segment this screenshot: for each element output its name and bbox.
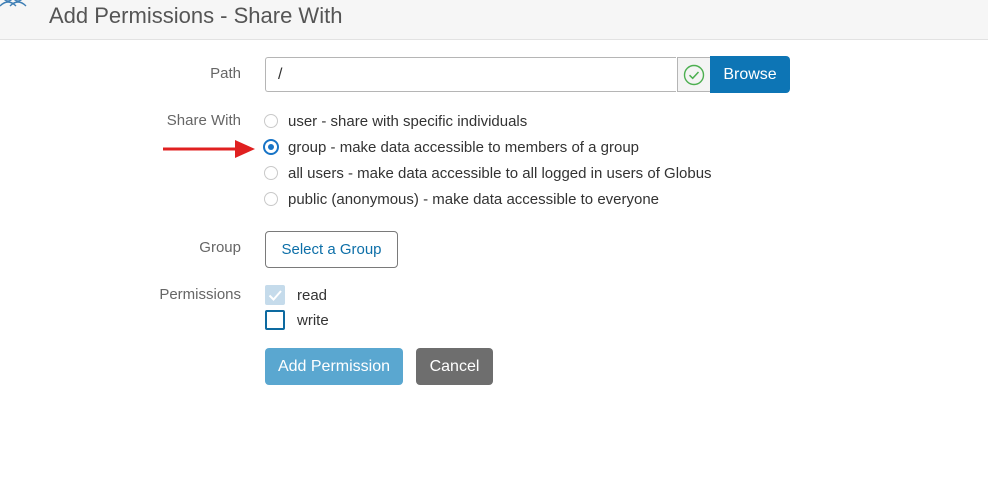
add-permission-button[interactable]: Add Permission bbox=[265, 348, 403, 385]
radio-button[interactable] bbox=[264, 192, 278, 206]
annotation-arrow-icon bbox=[163, 140, 255, 158]
browse-button[interactable]: Browse bbox=[710, 56, 790, 93]
share-option-label: all users - make data accessible to all … bbox=[288, 164, 712, 182]
share-option-user[interactable]: user - share with specific individuals bbox=[264, 111, 527, 131]
radio-button-selected[interactable] bbox=[263, 139, 279, 155]
share-option-group[interactable]: group - make data accessible to members … bbox=[263, 137, 640, 157]
path-input[interactable] bbox=[265, 57, 676, 92]
share-option-all-users[interactable]: all users - make data accessible to all … bbox=[264, 163, 712, 183]
group-label: Group bbox=[199, 239, 241, 256]
path-valid-indicator bbox=[677, 57, 711, 92]
read-checkbox bbox=[265, 285, 285, 305]
cancel-button[interactable]: Cancel bbox=[416, 348, 493, 385]
permission-write-label: write bbox=[297, 311, 329, 329]
permission-read: read bbox=[265, 285, 327, 305]
share-with-label: Share With bbox=[166, 112, 241, 129]
write-checkbox[interactable] bbox=[265, 310, 285, 330]
permission-write[interactable]: write bbox=[265, 310, 329, 330]
radio-button[interactable] bbox=[264, 114, 278, 128]
share-option-label: user - share with specific individuals bbox=[288, 112, 528, 130]
permissions-label: Permissions bbox=[159, 286, 241, 303]
checkmark-icon bbox=[268, 290, 282, 301]
share-option-label: public (anonymous) - make data accessibl… bbox=[288, 190, 660, 208]
select-group-button[interactable]: Select a Group bbox=[265, 231, 398, 268]
page-title: Add Permissions - Share With bbox=[49, 3, 343, 28]
share-option-public[interactable]: public (anonymous) - make data accessibl… bbox=[264, 189, 659, 209]
permission-read-label: read bbox=[297, 286, 328, 304]
users-icon bbox=[0, 0, 27, 7]
path-label: Path bbox=[210, 65, 241, 82]
page-header: Add Permissions - Share With bbox=[0, 0, 988, 40]
radio-button[interactable] bbox=[264, 166, 278, 180]
share-option-label: group - make data accessible to members … bbox=[288, 138, 640, 156]
check-circle-icon bbox=[683, 64, 705, 85]
